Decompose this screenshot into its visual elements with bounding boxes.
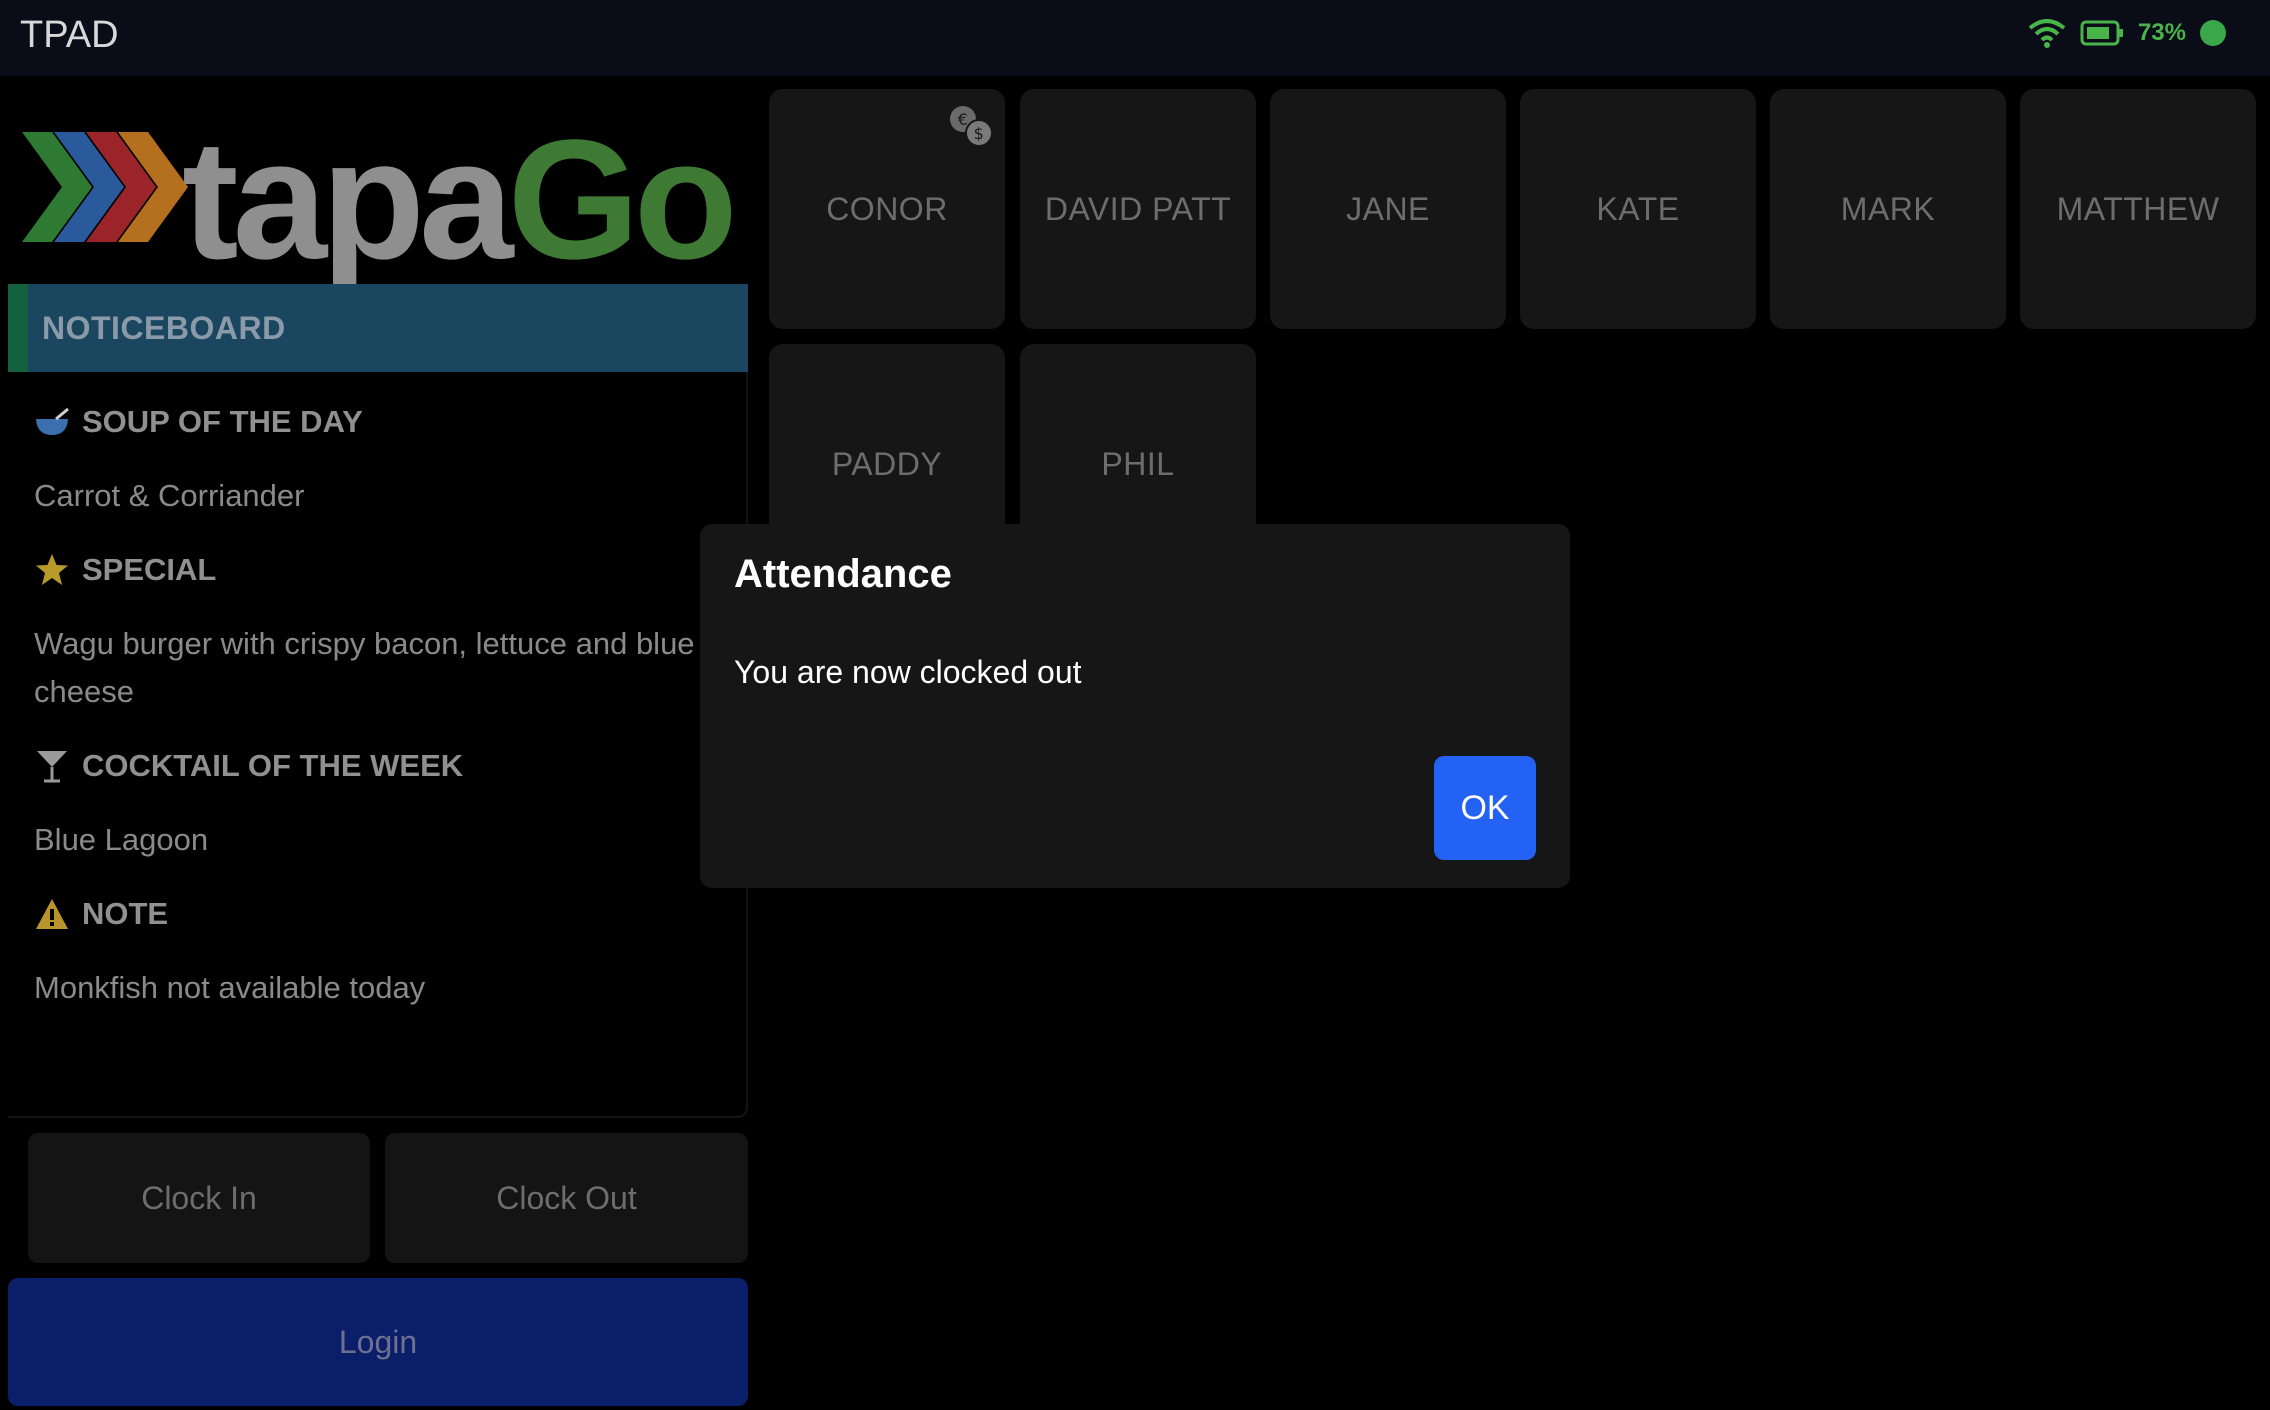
noticeboard-header: NOTICEBOARD	[8, 284, 748, 372]
notice-title-cocktail: COCKTAIL OF THE WEEK	[34, 748, 463, 784]
currency-coins-icon: € $	[950, 106, 993, 147]
employee-name: PADDY	[831, 445, 943, 482]
employee-name: JANE	[1346, 190, 1430, 227]
status-indicator-dot	[2200, 20, 2226, 46]
employee-name: MATTHEW	[2056, 190, 2220, 227]
status-bar: TPAD 73%	[0, 0, 2270, 76]
tapago-logo: tapaGo	[22, 105, 742, 295]
employee-tile-david-patt[interactable]: DAVID PATT	[1020, 89, 1256, 329]
chevrons-logo-mark	[22, 132, 188, 242]
ok-button[interactable]: OK	[1434, 756, 1536, 860]
dialog-title: Attendance	[734, 552, 952, 596]
employee-name: DAVID PATT	[1044, 190, 1232, 227]
dialog-message: You are now clocked out	[734, 654, 1082, 690]
cocktail-icon	[37, 751, 67, 783]
employee-name: KATE	[1596, 190, 1680, 227]
notice-title-special: SPECIAL	[34, 552, 216, 588]
wifi-icon	[2028, 19, 2066, 48]
status-icons: 73%	[2028, 18, 2226, 48]
notice-title-note: NOTE	[34, 896, 168, 932]
notice-title-soup: SOUP OF THE DAY	[34, 404, 363, 440]
warning-icon	[36, 899, 68, 929]
attendance-dialog: Attendance You are now clocked out OK	[700, 524, 1570, 888]
battery-icon	[2080, 20, 2123, 46]
employee-tile-conor[interactable]: € $ CONOR	[769, 89, 1005, 329]
employee-tile-jane[interactable]: JANE	[1270, 89, 1506, 329]
login-button[interactable]: Login	[8, 1278, 748, 1406]
svg-text:$: $	[974, 124, 985, 143]
notice-text-soup: Carrot & Corriander	[34, 478, 305, 513]
employee-tile-matthew[interactable]: MATTHEW	[2020, 89, 2256, 329]
notice-text-note: Monkfish not available today	[34, 970, 426, 1005]
employee-tile-kate[interactable]: KATE	[1520, 89, 1756, 329]
soup-bowl-icon	[36, 407, 69, 435]
employee-name: MARK	[1840, 190, 1936, 227]
logo-wordmark: tapaGo	[182, 105, 738, 295]
clock-in-button[interactable]: Clock In	[28, 1133, 370, 1263]
noticeboard-title: NOTICEBOARD	[42, 310, 286, 346]
star-icon	[36, 554, 68, 585]
employee-tile-mark[interactable]: MARK	[1770, 89, 2006, 329]
svg-text:€: €	[958, 110, 969, 129]
clock-out-button[interactable]: Clock Out	[385, 1133, 748, 1263]
notice-text-cocktail: Blue Lagoon	[34, 822, 209, 857]
notice-text-special: Wagu burger with crispy bacon, lettuce a…	[34, 626, 695, 709]
employee-name: PHIL	[1101, 445, 1175, 482]
employee-name: CONOR	[826, 190, 948, 227]
battery-percent: 73%	[2137, 19, 2186, 46]
noticeboard-panel: SOUP OF THE DAY Carrot & Corriander SPEC…	[8, 372, 748, 1118]
app-name: TPAD	[20, 14, 119, 56]
